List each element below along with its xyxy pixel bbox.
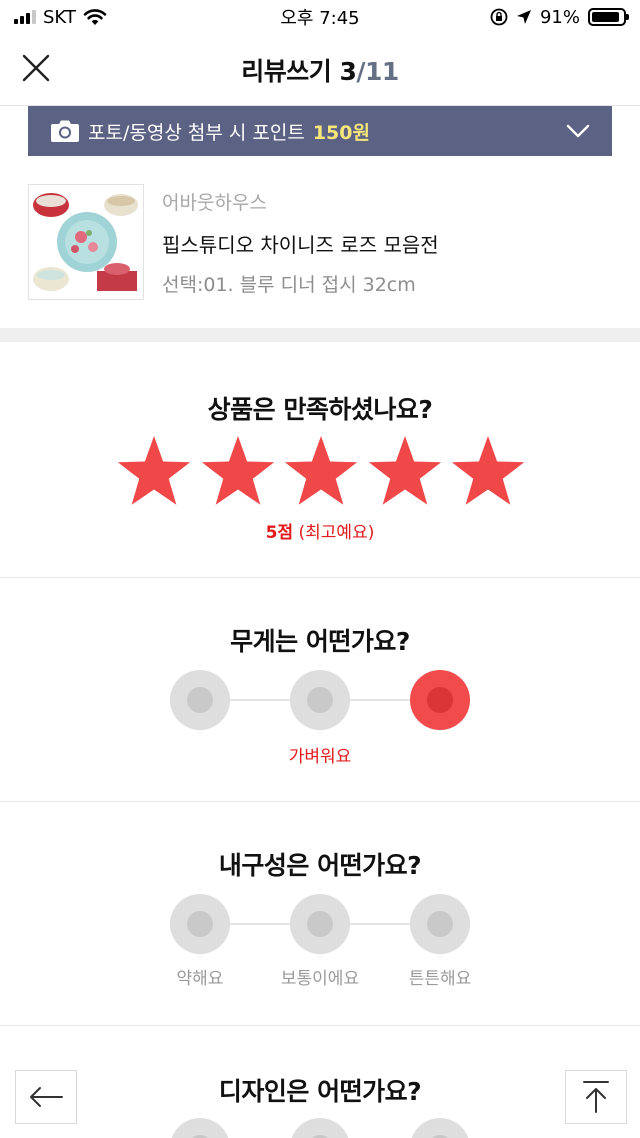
option-dot (427, 687, 453, 713)
product-thumbnail (28, 184, 144, 300)
design-section: 디자인은 어떤가요? (0, 1026, 640, 1138)
orientation-lock-icon (490, 8, 508, 26)
weight-option-2[interactable] (290, 670, 350, 730)
star-icon[interactable] (283, 434, 359, 510)
option-dot (187, 687, 213, 713)
weight-section: 무게는 어떤가요? 가벼워요 (0, 578, 640, 802)
star-icon[interactable] (450, 434, 526, 510)
design-option-3[interactable] (410, 1118, 470, 1138)
design-option-1[interactable] (170, 1118, 230, 1138)
battery-icon (588, 8, 629, 26)
product-image (29, 185, 143, 299)
battery-fill (592, 12, 620, 22)
section-divider (0, 328, 640, 342)
back-button[interactable] (15, 1070, 77, 1124)
product-name: 핍스튜디오 차이니즈 로즈 모음전 (162, 233, 439, 257)
rating-label: 5점 (최고예요) (0, 518, 640, 543)
title-text: 리뷰쓰기 (241, 56, 332, 86)
wifi-icon (83, 9, 107, 25)
weight-question: 무게는 어떤가요? (230, 627, 410, 656)
design-question: 디자인은 어떤가요? (218, 1077, 422, 1106)
product-text: 어바웃하우스 핍스튜디오 차이니즈 로즈 모음전 선택:01. 블루 디너 접시… (162, 184, 439, 300)
durability-label-3: 튼튼해요 (408, 969, 472, 989)
star-icon[interactable] (367, 434, 443, 510)
scroll-top-button[interactable] (565, 1070, 627, 1124)
durability-option-3[interactable] (410, 894, 470, 954)
weight-option-1[interactable] (170, 670, 230, 730)
photo-points-banner[interactable]: 포토/동영상 첨부 시 포인트 150원 (28, 106, 612, 156)
durability-label-1: 약해요 (176, 969, 224, 989)
signal-icon (14, 10, 36, 24)
design-options (170, 1118, 470, 1138)
chevron-down-icon (566, 124, 590, 138)
durability-option-2[interactable] (290, 894, 350, 954)
weight-options (170, 670, 470, 730)
option-dot (427, 911, 453, 937)
weight-option-3[interactable] (410, 670, 470, 730)
rating-desc: (최고예요) (298, 523, 375, 543)
weight-selected-label: 가벼워요 (288, 747, 352, 767)
satisfaction-section: 상품은 만족하셨나요? 5점 (최고예요) (0, 342, 640, 578)
status-left: SKT (14, 7, 107, 28)
arrow-left-icon (30, 1087, 63, 1107)
rating-score: 5점 (265, 523, 294, 543)
star-icon[interactable] (200, 434, 276, 510)
durability-section: 내구성은 어떤가요? 약해요 보통이에요 튼튼해요 (0, 802, 640, 1026)
status-bar: SKT 오후 7:45 91% (0, 0, 640, 34)
page-title: 리뷰쓰기 3/11 (241, 52, 399, 88)
banner-points: 150원 (312, 121, 370, 144)
durability-label-2: 보통이에요 (280, 969, 360, 989)
option-dot (307, 911, 333, 937)
star-rating[interactable] (116, 434, 526, 510)
product-brand: 어바웃하우스 (162, 192, 267, 214)
camera-icon (51, 120, 79, 142)
close-icon (22, 54, 50, 82)
option-dot (307, 687, 333, 713)
banner-text: 포토/동영상 첨부 시 포인트 (88, 121, 305, 144)
close-button[interactable] (18, 50, 54, 86)
location-arrow-icon (516, 10, 531, 24)
product-info: 어바웃하우스 핍스튜디오 차이니즈 로즈 모음전 선택:01. 블루 디너 접시… (28, 184, 612, 300)
satisfaction-question: 상품은 만족하셨나요? (207, 395, 433, 424)
design-option-2[interactable] (290, 1118, 350, 1138)
step-total: /11 (356, 56, 399, 86)
durability-question: 내구성은 어떤가요? (218, 851, 422, 880)
arrow-up-to-top-icon (583, 1081, 609, 1113)
star-icon[interactable] (116, 434, 192, 510)
option-dot (187, 911, 213, 937)
step-current: 3 (339, 56, 357, 86)
header: 리뷰쓰기 3/11 (0, 34, 640, 106)
product-option: 선택:01. 블루 디너 접시 32cm (162, 274, 416, 296)
carrier-label: SKT (43, 6, 76, 28)
battery-percent: 91% (539, 6, 580, 28)
status-right: 91% (490, 6, 629, 28)
durability-options (170, 894, 470, 954)
durability-option-1[interactable] (170, 894, 230, 954)
